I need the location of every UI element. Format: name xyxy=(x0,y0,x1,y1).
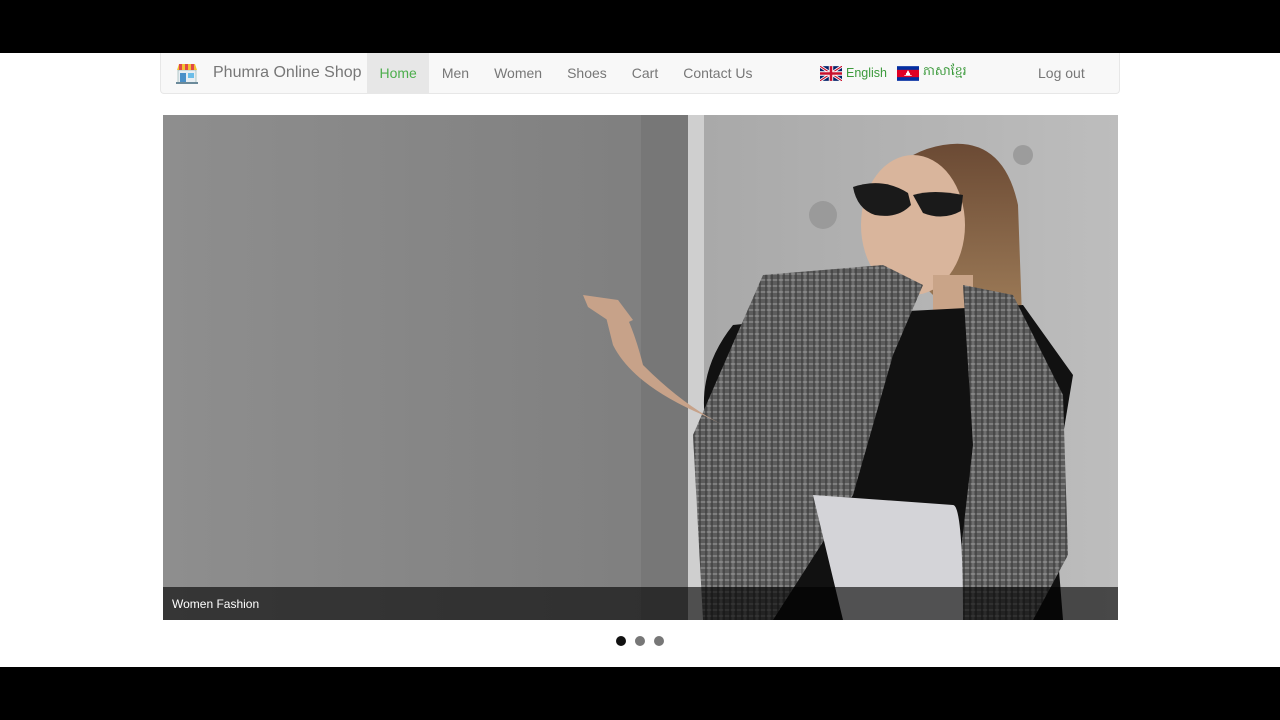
carousel-indicator-1[interactable] xyxy=(616,636,626,646)
nav-men[interactable]: Men xyxy=(429,53,481,93)
cambodia-flag-icon xyxy=(897,65,919,81)
nav-contact-us[interactable]: Contact Us xyxy=(671,53,765,93)
language-switcher: English ភាសាខ្មែរ xyxy=(820,53,971,93)
brand-name: Phumra Online Shop xyxy=(213,64,362,81)
main-nav: Home Men Women Shoes Cart Contact Us xyxy=(367,53,765,93)
page-body: Phumra Online Shop Home Men Women Shoes … xyxy=(0,53,1280,667)
language-english[interactable]: English xyxy=(820,65,887,81)
nav-cart[interactable]: Cart xyxy=(619,53,670,93)
nav-shoes[interactable]: Shoes xyxy=(555,53,620,93)
nav-women[interactable]: Women xyxy=(482,53,555,93)
shop-storefront-icon xyxy=(176,64,198,84)
carousel-indicator-3[interactable] xyxy=(654,636,664,646)
brand-link[interactable]: Phumra Online Shop xyxy=(175,53,362,93)
carousel-indicator-2[interactable] xyxy=(635,636,645,646)
carousel-caption: Women Fashion xyxy=(163,587,1118,620)
carousel-indicators xyxy=(616,636,664,646)
top-navbar: Phumra Online Shop Home Men Women Shoes … xyxy=(160,53,1120,94)
carousel-slide-image xyxy=(163,115,1118,620)
language-khmer[interactable]: ភាសាខ្មែរ xyxy=(897,64,967,82)
nav-home[interactable]: Home xyxy=(367,53,430,93)
language-english-label: English xyxy=(846,66,887,80)
logout-link[interactable]: Log out xyxy=(1038,53,1085,93)
language-khmer-label: ភាសាខ្មែរ xyxy=(923,64,967,78)
hero-carousel[interactable]: Women Fashion xyxy=(163,115,1118,620)
uk-flag-icon xyxy=(820,65,842,81)
